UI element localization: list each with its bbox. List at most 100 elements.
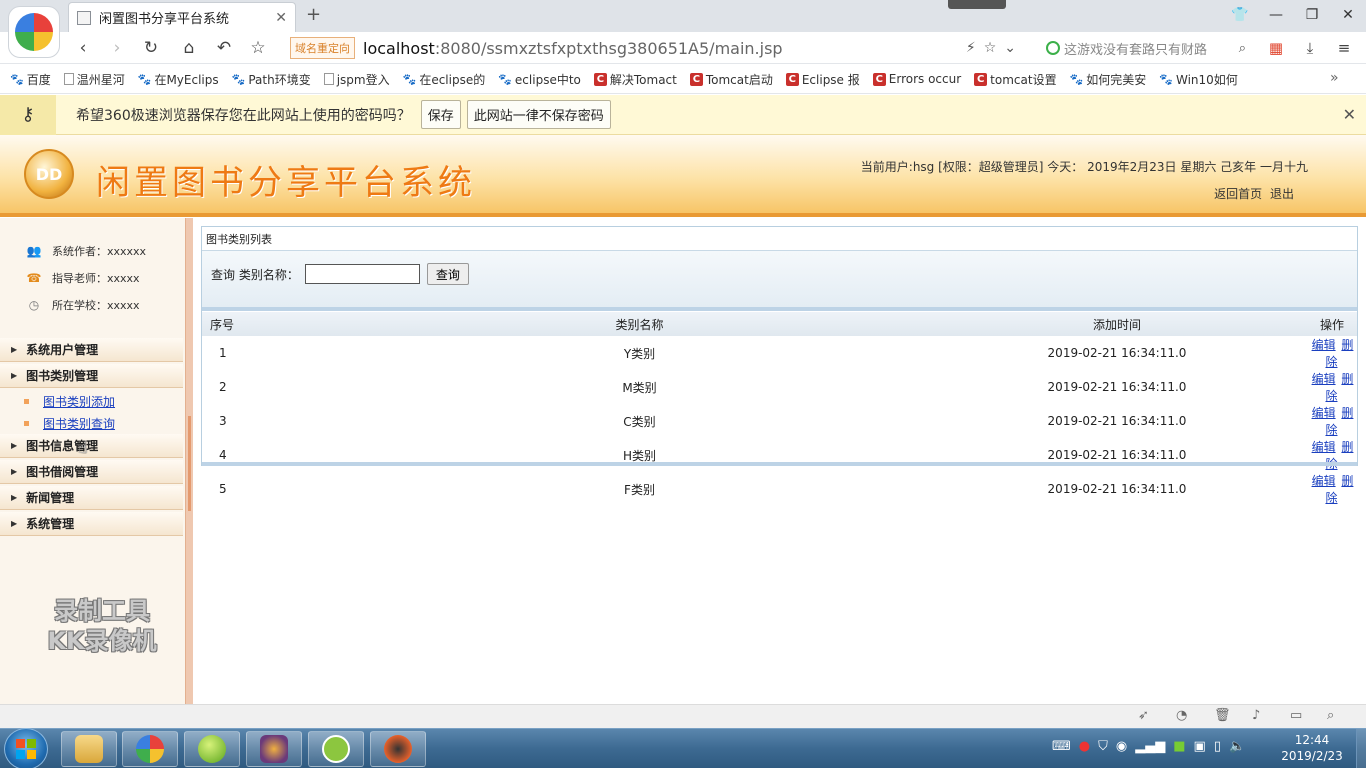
shield-icon[interactable]: ⛉	[1098, 739, 1108, 754]
paw-icon: 🐾	[498, 72, 512, 86]
home-link[interactable]: 返回首页	[1214, 187, 1262, 201]
bookmark-item[interactable]: 🐾 在MyEclips	[138, 71, 219, 88]
taskbar-java-ee-ide[interactable]	[246, 731, 302, 767]
bookmark-label: 在MyEclips	[154, 72, 219, 87]
menu-news[interactable]: ▶ 新闻管理	[0, 486, 183, 510]
menu-book-borrow[interactable]: ▶ 图书借阅管理	[0, 460, 183, 484]
bookmark-item[interactable]: 🐾 如何完美安	[1070, 71, 1147, 88]
close-tab-icon[interactable]: ✕	[275, 10, 287, 26]
download-icon[interactable]: ⤓	[1296, 36, 1324, 60]
dreamweaver-icon	[322, 735, 350, 763]
speaker-icon[interactable]: 🔈	[1229, 739, 1245, 754]
edit-link[interactable]: 编辑	[1312, 440, 1336, 454]
bookmark-item[interactable]: C 解决Tomact	[593, 71, 677, 88]
browser-360-logo-icon[interactable]	[8, 6, 60, 58]
taskbar-dreamweaver[interactable]	[308, 731, 364, 767]
minimize-icon[interactable]: —	[1258, 0, 1294, 30]
bookmark-item[interactable]: 🐾 eclipse中to	[498, 71, 581, 88]
volume-icon[interactable]: ♪	[1252, 708, 1260, 723]
bookmarks-more-icon[interactable]: »	[1330, 70, 1339, 86]
new-tab-icon[interactable]: +	[306, 4, 321, 25]
address-bar[interactable]: 域名重定向 localhost:8080/ssmxztsfxptxthsg380…	[290, 35, 1032, 61]
table-row: 3 C类别 2019-02-21 16:34:11.0 编辑 删除	[202, 404, 1357, 438]
add-category-link[interactable]: 图书类别添加	[43, 393, 115, 410]
logout-link[interactable]: 退出	[1270, 187, 1294, 201]
taskbar-file-explorer[interactable]	[61, 731, 117, 767]
taskbar-clock[interactable]: 12:44 2019/2/23	[1278, 732, 1346, 764]
home-icon[interactable]: ⌂	[176, 36, 202, 60]
bookmark-item[interactable]: C Errors occur	[872, 72, 961, 86]
redirect-badge[interactable]: 域名重定向	[290, 37, 355, 59]
edit-link[interactable]: 编辑	[1312, 372, 1336, 386]
menu-system[interactable]: ▶ 系统管理	[0, 512, 183, 536]
bookmark-item[interactable]: C Eclipse 报	[785, 71, 860, 88]
save-password-button[interactable]: 保存	[420, 100, 461, 129]
bookmark-label: Win10如何	[1176, 72, 1238, 87]
edit-link[interactable]: 编辑	[1312, 338, 1336, 352]
trash-icon[interactable]: 🗑	[1214, 708, 1231, 723]
cell-category-name: H类别	[622, 448, 657, 463]
window-controls: 👕 — ❐ ✕	[1222, 0, 1366, 32]
caret-right-icon: ▶	[11, 467, 18, 476]
password-save-infobar: ⚷ 希望360极速浏览器保存您在此网站上使用的密码吗？ 保存 此网站一律不保存密…	[0, 94, 1366, 135]
bookmark-item[interactable]: Ctomcat设置	[974, 71, 1057, 88]
url-text[interactable]: localhost:8080/ssmxztsfxptxthsg380651A5/…	[363, 39, 783, 58]
gpu-icon[interactable]: ■	[1173, 739, 1185, 754]
edit-link[interactable]: 编辑	[1312, 474, 1336, 488]
restore-icon[interactable]: ❐	[1294, 0, 1330, 30]
forward-icon[interactable]: ›	[104, 36, 130, 60]
browser-tab-active[interactable]: 闲置图书分享平台系统 ✕	[68, 2, 296, 32]
zoom-icon[interactable]: ⌕	[1327, 708, 1334, 723]
submenu-add-category[interactable]: 图书类别添加	[24, 393, 115, 410]
menu-book-info[interactable]: ▶ 图书信息管理	[0, 434, 183, 458]
bookmark-item[interactable]: jspm登入	[323, 71, 390, 88]
taskbar-kk-recorder[interactable]	[370, 731, 426, 767]
close-window-icon[interactable]: ✕	[1330, 0, 1366, 30]
bookmark-item[interactable]: 🐾 百度	[10, 71, 51, 88]
address-bar-actions-icon[interactable]: ⚡☆⌄	[966, 40, 1024, 56]
cell-add-time: 2019-02-21 16:34:11.0	[1047, 414, 1187, 428]
signal-icon[interactable]: ▂▄▆	[1135, 739, 1165, 754]
never-save-password-button[interactable]: 此网站一律不保存密码	[466, 100, 611, 129]
menu-label: 新闻管理	[26, 491, 75, 505]
undo-close-icon[interactable]: ↶	[211, 36, 237, 60]
refresh-speed-icon[interactable]: ◔	[1176, 708, 1187, 723]
apps-grid-icon[interactable]: ▦	[1262, 36, 1290, 60]
edit-link[interactable]: 编辑	[1312, 406, 1336, 420]
menu-icon[interactable]: ≡	[1330, 36, 1358, 60]
reload-icon[interactable]: ↻	[138, 36, 164, 60]
bookmark-item[interactable]: 🐾 Win10如何	[1159, 71, 1238, 88]
search-icon[interactable]: ⌕	[1239, 41, 1246, 56]
close-infobar-icon[interactable]: ✕	[1343, 105, 1356, 124]
ime-icon[interactable]: ▣	[1194, 739, 1206, 754]
bookmark-item[interactable]: 温州星河	[63, 71, 125, 88]
submenu-query-category[interactable]: 图书类别查询	[24, 415, 115, 432]
menu-system-users[interactable]: ▶ 系统用户管理	[0, 338, 183, 362]
shirt-skin-icon[interactable]: 👕	[1222, 0, 1258, 30]
favorite-star-icon[interactable]: ☆	[245, 36, 271, 60]
caret-right-icon: ▶	[11, 441, 18, 450]
show-desktop-button[interactable]	[1356, 729, 1366, 768]
sidebar-splitter[interactable]	[185, 218, 193, 704]
battery-icon[interactable]: ▯	[1214, 739, 1221, 754]
category-name-input[interactable]	[304, 264, 420, 284]
splitter-handle[interactable]	[188, 416, 191, 511]
recorder-watermark: 录制工具 KK录像机	[32, 596, 172, 656]
keyboard-icon[interactable]: ⌨	[1052, 739, 1071, 754]
query-button[interactable]: 查询	[426, 263, 469, 285]
bookmark-item[interactable]: 🐾 Path环境变	[232, 71, 311, 88]
menu-book-categories[interactable]: ▶ 图书类别管理	[0, 364, 183, 388]
taskbar-green-app[interactable]	[184, 731, 240, 767]
bookmark-item[interactable]: C Tomcat启动	[689, 71, 773, 88]
bookmark-item[interactable]: 🐾 在eclipse的	[403, 71, 486, 88]
security-icon[interactable]: ●	[1079, 739, 1090, 754]
rocket-icon[interactable]: ➶	[1138, 708, 1149, 723]
back-icon[interactable]: ‹	[70, 36, 96, 60]
cell-category-name: C类别	[623, 414, 656, 429]
taskbar-360-browser[interactable]	[122, 731, 178, 767]
network-status-icon[interactable]: ◉	[1116, 739, 1127, 754]
search-box[interactable]: 这游戏没有套路只有财路 ⌕	[1046, 38, 1246, 58]
start-button[interactable]	[4, 728, 48, 768]
window-icon[interactable]: ▭	[1290, 708, 1302, 723]
query-category-link[interactable]: 图书类别查询	[43, 415, 115, 432]
